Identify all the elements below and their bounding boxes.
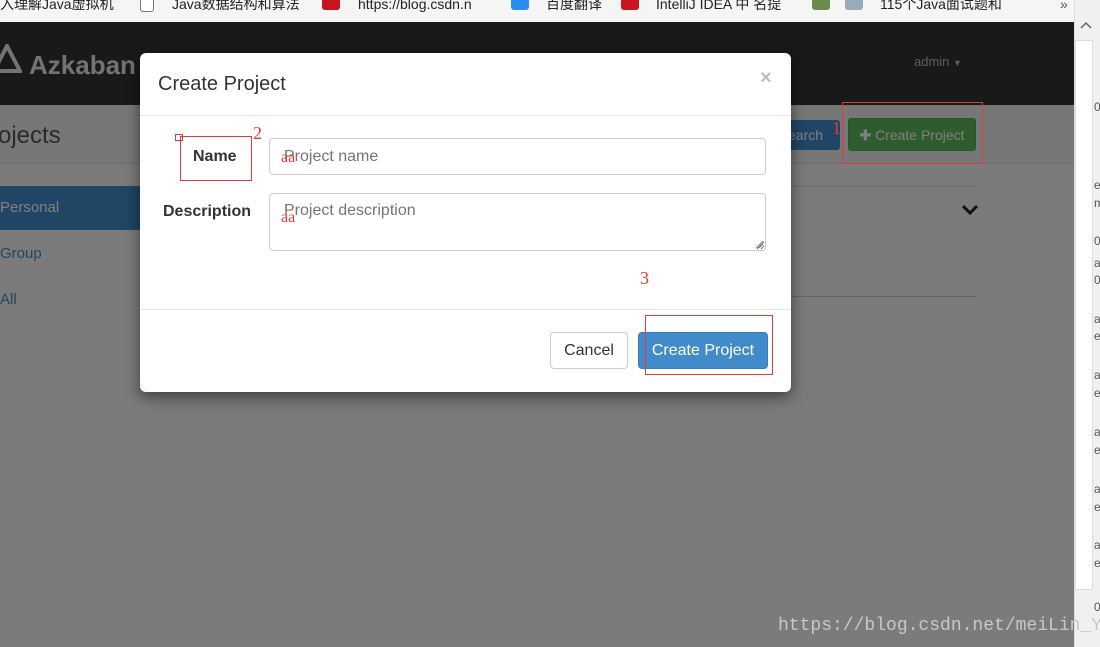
annotation-box [842, 102, 983, 164]
project-name-input[interactable] [269, 138, 766, 175]
bookmark-item[interactable]: IntelliJ IDEA 中 名提 [656, 0, 781, 14]
baidu-translate-icon [511, 0, 529, 10]
annotation-mark: aa [281, 209, 296, 226]
csdn-icon [621, 0, 639, 10]
edge-text: a [1094, 312, 1100, 326]
bookmark-icon [845, 0, 863, 10]
description-label: Description [163, 203, 252, 220]
bookmark-icon [812, 0, 830, 10]
edge-text: e [1094, 386, 1100, 400]
edge-text: 0 [1094, 100, 1100, 114]
annotation-number: 1 [832, 118, 841, 138]
bookmark-item[interactable]: https://blog.csdn.n [358, 0, 472, 14]
bookmarks-bar: 入理解Java虚拟机 Java数据结构和算法 https://blog.csdn… [0, 0, 1074, 23]
modal-title: Create Project [158, 73, 286, 95]
divider [140, 309, 791, 310]
edge-text: 0 [1094, 600, 1100, 614]
bookmark-item[interactable]: 入理解Java虚拟机 [0, 0, 114, 14]
resize-handle-icon[interactable] [754, 239, 764, 249]
edge-text: 0 [1094, 234, 1100, 248]
bookmark-item[interactable]: 百度翻译 [546, 0, 602, 14]
page-icon [140, 0, 154, 12]
edge-text: e [1094, 178, 1100, 192]
edge-text: a [1094, 368, 1100, 382]
watermark: https://blog.csdn.net/meiLin_Ya [778, 616, 1100, 636]
annotation-box [180, 136, 252, 181]
edge-text: 0 [1094, 273, 1100, 287]
edge-text: e [1094, 500, 1100, 514]
annotation-number: 3 [640, 268, 649, 288]
bookmark-item[interactable]: 115个Java面试题和 [880, 0, 1002, 14]
scrollbar-thumb[interactable] [1075, 40, 1093, 590]
cancel-button[interactable]: Cancel [550, 332, 628, 369]
edge-text: a [1094, 256, 1100, 270]
annotation-marker [175, 134, 183, 141]
edge-text: a [1094, 425, 1100, 439]
annotation-number: 2 [253, 123, 262, 143]
bookmark-item[interactable]: Java数据结构和算法 [172, 0, 300, 14]
divider [140, 115, 791, 116]
annotation-mark: aa [281, 149, 296, 166]
more-bookmarks-icon[interactable]: » [1060, 0, 1068, 14]
project-description-input[interactable] [269, 193, 766, 251]
scroll-up-icon[interactable] [1078, 18, 1094, 32]
annotation-box [645, 315, 773, 375]
edge-text: e [1094, 329, 1100, 343]
csdn-icon [322, 0, 340, 10]
edge-text: a [1094, 482, 1100, 496]
edge-text: m [1094, 196, 1100, 210]
edge-text: e [1094, 443, 1100, 457]
edge-text: a [1094, 538, 1100, 552]
edge-text: e [1094, 556, 1100, 570]
close-icon[interactable]: × [760, 67, 772, 90]
